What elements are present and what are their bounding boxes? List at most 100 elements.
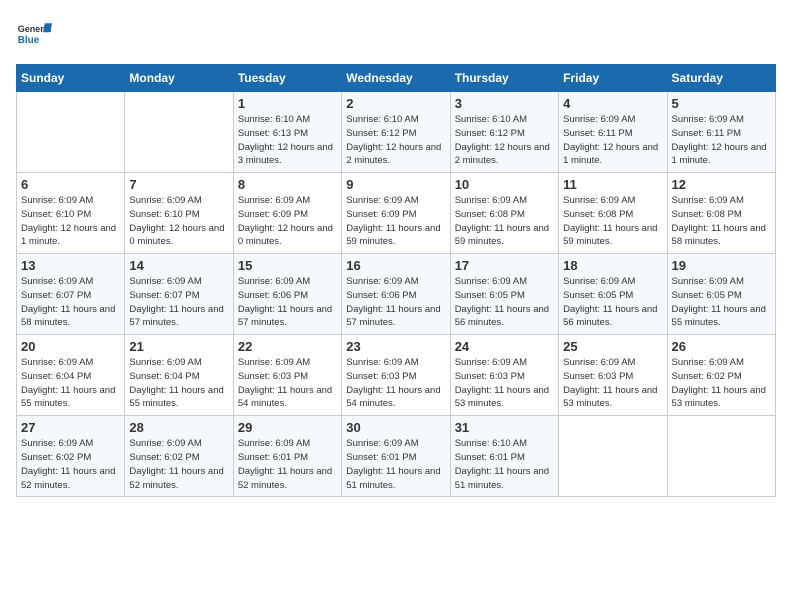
calendar-cell: 9 Sunrise: 6:09 AM Sunset: 6:09 PM Daylig…: [342, 173, 450, 254]
weekday-header-cell: Tuesday: [233, 65, 341, 92]
calendar-cell: 30Sunrise: 6:09 AM Sunset: 6:01 PM Dayli…: [342, 416, 450, 497]
weekday-header-row: SundayMondayTuesdayWednesdayThursdayFrid…: [17, 65, 776, 92]
calendar-cell: 16 Sunrise: 6:09 AM Sunset: 6:06 PM Dayli…: [342, 254, 450, 335]
day-info: Sunrise: 6:09 AM Sunset: 6:05 PM Dayligh…: [563, 275, 662, 330]
calendar-cell: 17 Sunrise: 6:09 AM Sunset: 6:05 PM Dayli…: [450, 254, 558, 335]
day-info: Sunrise: 6:10 AM Sunset: 6:01 PM Dayligh…: [455, 437, 554, 492]
weekday-header-cell: Monday: [125, 65, 233, 92]
day-number: 3: [455, 96, 554, 111]
calendar-cell: 19Sunrise: 6:09 AM Sunset: 6:05 PM Dayli…: [667, 254, 775, 335]
day-info: Sunrise: 6:09 AM Sunset: 6:03 PM Dayligh…: [455, 356, 554, 411]
calendar-cell: 10 Sunrise: 6:09 AM Sunset: 6:08 PM Dayli…: [450, 173, 558, 254]
day-info: Sunrise: 6:10 AM Sunset: 6:12 PM Dayligh…: [455, 113, 554, 168]
calendar-week-row: 6 Sunrise: 6:09 AM Sunset: 6:10 PM Daylig…: [17, 173, 776, 254]
day-info: Sunrise: 6:09 AM Sunset: 6:03 PM Dayligh…: [346, 356, 445, 411]
calendar-cell: [17, 92, 125, 173]
day-info: Sunrise: 6:09 AM Sunset: 6:10 PM Dayligh…: [21, 194, 120, 249]
day-info: Sunrise: 6:09 AM Sunset: 6:03 PM Dayligh…: [563, 356, 662, 411]
calendar-cell: 26Sunrise: 6:09 AM Sunset: 6:02 PM Dayli…: [667, 335, 775, 416]
calendar-cell: 2 Sunrise: 6:10 AM Sunset: 6:12 PM Daylig…: [342, 92, 450, 173]
calendar-cell: [667, 416, 775, 497]
day-info: Sunrise: 6:09 AM Sunset: 6:05 PM Dayligh…: [455, 275, 554, 330]
day-number: 1: [238, 96, 337, 111]
day-number: 28: [129, 420, 228, 435]
day-info: Sunrise: 6:09 AM Sunset: 6:09 PM Dayligh…: [346, 194, 445, 249]
calendar-cell: [559, 416, 667, 497]
day-number: 14: [129, 258, 228, 273]
calendar-cell: 24 Sunrise: 6:09 AM Sunset: 6:03 PM Dayli…: [450, 335, 558, 416]
day-number: 23: [346, 339, 445, 354]
calendar-cell: 18 Sunrise: 6:09 AM Sunset: 6:05 PM Dayli…: [559, 254, 667, 335]
day-number: 24: [455, 339, 554, 354]
calendar-cell: 23 Sunrise: 6:09 AM Sunset: 6:03 PM Dayli…: [342, 335, 450, 416]
calendar-cell: 13Sunrise: 6:09 AM Sunset: 6:07 PM Dayli…: [17, 254, 125, 335]
day-number: 10: [455, 177, 554, 192]
weekday-header-cell: Sunday: [17, 65, 125, 92]
day-info: Sunrise: 6:09 AM Sunset: 6:10 PM Dayligh…: [129, 194, 228, 249]
calendar-week-row: 20 Sunrise: 6:09 AM Sunset: 6:04 PM Dayli…: [17, 335, 776, 416]
logo: General Blue: [16, 16, 54, 52]
calendar-cell: 15 Sunrise: 6:09 AM Sunset: 6:06 PM Dayli…: [233, 254, 341, 335]
calendar-cell: 11 Sunrise: 6:09 AM Sunset: 6:08 PM Dayli…: [559, 173, 667, 254]
day-number: 7: [129, 177, 228, 192]
day-number: 5: [672, 96, 771, 111]
calendar-cell: 8Sunrise: 6:09 AM Sunset: 6:09 PM Daylig…: [233, 173, 341, 254]
day-info: Sunrise: 6:09 AM Sunset: 6:06 PM Dayligh…: [238, 275, 337, 330]
calendar-cell: 3 Sunrise: 6:10 AM Sunset: 6:12 PM Daylig…: [450, 92, 558, 173]
weekday-header-cell: Saturday: [667, 65, 775, 92]
day-info: Sunrise: 6:09 AM Sunset: 6:09 PM Dayligh…: [238, 194, 337, 249]
day-number: 6: [21, 177, 120, 192]
calendar-cell: 25 Sunrise: 6:09 AM Sunset: 6:03 PM Dayli…: [559, 335, 667, 416]
calendar-week-row: 13 Sunrise: 6:09 AM Sunset: 6:07 PM Dayli…: [17, 254, 776, 335]
calendar-table: SundayMondayTuesdayWednesdayThursdayFrid…: [16, 64, 776, 497]
day-number: 18: [563, 258, 662, 273]
day-number: 2: [346, 96, 445, 111]
calendar-body: 1 Sunrise: 6:10 AM Sunset: 6:13 PM Daylig…: [17, 92, 776, 497]
day-number: 15: [238, 258, 337, 273]
calendar-cell: 14 Sunrise: 6:09 AM Sunset: 6:07 PM Dayli…: [125, 254, 233, 335]
day-number: 12: [672, 177, 771, 192]
calendar-week-row: 27 Sunrise: 6:09 AM Sunset: 6:02 PM Dayli…: [17, 416, 776, 497]
day-number: 20: [21, 339, 120, 354]
day-info: Sunrise: 6:09 AM Sunset: 6:08 PM Dayligh…: [563, 194, 662, 249]
day-info: Sunrise: 6:09 AM Sunset: 6:03 PM Dayligh…: [238, 356, 337, 411]
day-info: Sunrise: 6:09 AM Sunset: 6:02 PM Dayligh…: [672, 356, 771, 411]
weekday-header-cell: Thursday: [450, 65, 558, 92]
day-number: 25: [563, 339, 662, 354]
calendar-cell: 21 Sunrise: 6:09 AM Sunset: 6:04 PM Dayli…: [125, 335, 233, 416]
day-info: Sunrise: 6:10 AM Sunset: 6:13 PM Dayligh…: [238, 113, 337, 168]
calendar-cell: 28 Sunrise: 6:09 AM Sunset: 6:02 PM Dayli…: [125, 416, 233, 497]
day-number: 9: [346, 177, 445, 192]
calendar-cell: 7 Sunrise: 6:09 AM Sunset: 6:10 PM Daylig…: [125, 173, 233, 254]
day-info: Sunrise: 6:09 AM Sunset: 6:04 PM Dayligh…: [21, 356, 120, 411]
day-info: Sunrise: 6:09 AM Sunset: 6:02 PM Dayligh…: [129, 437, 228, 492]
day-info: Sunrise: 6:09 AM Sunset: 6:01 PM Dayligh…: [346, 437, 445, 492]
day-info: Sunrise: 6:09 AM Sunset: 6:11 PM Dayligh…: [672, 113, 771, 168]
day-number: 22: [238, 339, 337, 354]
day-number: 11: [563, 177, 662, 192]
day-number: 13: [21, 258, 120, 273]
calendar-cell: 6 Sunrise: 6:09 AM Sunset: 6:10 PM Daylig…: [17, 173, 125, 254]
calendar-cell: 27Sunrise: 6:09 AM Sunset: 6:02 PM Dayli…: [17, 416, 125, 497]
day-info: Sunrise: 6:10 AM Sunset: 6:12 PM Dayligh…: [346, 113, 445, 168]
day-number: 19: [672, 258, 771, 273]
calendar-cell: 12Sunrise: 6:09 AM Sunset: 6:08 PM Dayli…: [667, 173, 775, 254]
day-number: 17: [455, 258, 554, 273]
day-number: 21: [129, 339, 228, 354]
logo-icon: General Blue: [16, 16, 52, 52]
day-number: 31: [455, 420, 554, 435]
calendar-week-row: 1 Sunrise: 6:10 AM Sunset: 6:13 PM Daylig…: [17, 92, 776, 173]
calendar-cell: 22 Sunrise: 6:09 AM Sunset: 6:03 PM Dayli…: [233, 335, 341, 416]
day-number: 27: [21, 420, 120, 435]
day-info: Sunrise: 6:09 AM Sunset: 6:04 PM Dayligh…: [129, 356, 228, 411]
calendar-cell: [125, 92, 233, 173]
calendar-cell: 20 Sunrise: 6:09 AM Sunset: 6:04 PM Dayli…: [17, 335, 125, 416]
day-info: Sunrise: 6:09 AM Sunset: 6:06 PM Dayligh…: [346, 275, 445, 330]
day-info: Sunrise: 6:09 AM Sunset: 6:08 PM Dayligh…: [455, 194, 554, 249]
day-info: Sunrise: 6:09 AM Sunset: 6:11 PM Dayligh…: [563, 113, 662, 168]
day-info: Sunrise: 6:09 AM Sunset: 6:07 PM Dayligh…: [129, 275, 228, 330]
day-number: 29: [238, 420, 337, 435]
day-number: 16: [346, 258, 445, 273]
calendar-cell: 4Sunrise: 6:09 AM Sunset: 6:11 PM Daylig…: [559, 92, 667, 173]
svg-text:Blue: Blue: [18, 35, 40, 46]
